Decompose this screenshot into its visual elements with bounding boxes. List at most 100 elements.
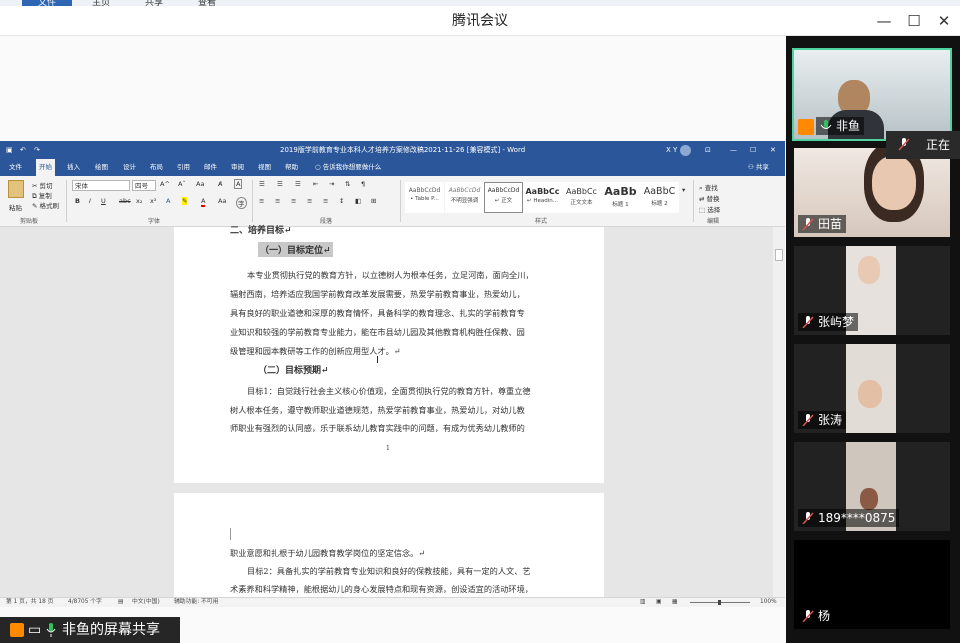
undo-icon[interactable]: ↶ (20, 141, 26, 159)
web-layout-icon[interactable]: ▦ (672, 598, 677, 607)
style-heading[interactable]: AaBbCc ↵ Headin... (523, 182, 562, 213)
style-table-paragraph[interactable]: AaBbCcDd • Table P... (405, 182, 444, 213)
tab-draw[interactable]: 绘图 (92, 159, 111, 176)
tab-design[interactable]: 设计 (120, 159, 139, 176)
phonetic-icon[interactable]: Aa (218, 197, 226, 205)
font-size-value: 四号 (135, 182, 148, 190)
shrink-font-icon[interactable]: Aˇ (178, 180, 186, 188)
grow-font-icon[interactable]: A^ (160, 180, 170, 188)
tab-references[interactable]: 引用 (174, 159, 193, 176)
word-count[interactable]: 4/8705 个字 (68, 598, 102, 607)
change-case-icon[interactable]: Aa (196, 180, 204, 188)
word-minimize-icon[interactable]: — (730, 141, 737, 159)
scroll-thumb[interactable] (775, 249, 783, 261)
tab-layout[interactable]: 布局 (147, 159, 166, 176)
ribbon-display-icon[interactable]: ⊡ (705, 141, 711, 159)
proofing-icon[interactable]: ▤ (118, 598, 123, 607)
zoom-level[interactable]: 100% (760, 598, 777, 607)
style-heading-2[interactable]: AaBbC 标题 2 (640, 182, 679, 213)
justify-icon[interactable]: ≡ (307, 197, 312, 205)
tab-home[interactable]: 开始 (36, 159, 55, 176)
tab-insert[interactable]: 插入 (64, 159, 83, 176)
participant-tile[interactable]: 田苗 (794, 148, 950, 237)
clear-format-icon[interactable]: A̸ (218, 180, 222, 188)
enclose-char-icon[interactable]: 字 (236, 197, 247, 209)
increase-indent-icon[interactable]: ⇥ (329, 180, 334, 188)
read-mode-icon[interactable]: ▥ (640, 598, 645, 607)
style-sample: AaBbC (643, 186, 676, 197)
close-icon[interactable]: ✕ (930, 6, 958, 36)
zoom-slider-thumb[interactable] (718, 600, 721, 605)
paste-icon[interactable] (8, 180, 24, 198)
font-color-icon[interactable]: A (201, 197, 206, 207)
paste-button[interactable]: 粘贴 (9, 202, 22, 212)
find-button[interactable]: ⌕ 查找 (699, 182, 718, 193)
numbering-icon[interactable]: ☰ (277, 180, 283, 188)
page-count[interactable]: 第 1 页，共 18 页 (6, 598, 53, 607)
heading-goal-expectation: （二）目标预期↵ (258, 366, 329, 376)
tab-help[interactable]: 帮助 (282, 159, 301, 176)
align-left-icon[interactable]: ≡ (259, 197, 264, 205)
align-right-icon[interactable]: ≡ (291, 197, 296, 205)
redo-icon[interactable]: ↷ (34, 141, 40, 159)
char-border-icon[interactable]: A (234, 179, 243, 189)
style-normal[interactable]: AaBbCcDd ↵ 正文 (484, 182, 523, 213)
cut-label: 剪切 (39, 182, 53, 190)
line-spacing-icon[interactable]: ↕ (339, 197, 344, 205)
minimize-icon[interactable]: — (870, 6, 898, 36)
italic-icon[interactable]: I (89, 197, 91, 205)
participant-name: 张屿梦 (818, 315, 855, 329)
borders-icon[interactable]: ⊞ (371, 197, 376, 205)
document-page[interactable]: 职业意愿和扎根于幼儿园教育教学岗位的坚定信念。↵ 目标2：具备扎实的学前教育专业… (174, 493, 604, 597)
save-icon[interactable]: ▣ (6, 141, 13, 159)
underline-icon[interactable]: U (101, 197, 106, 205)
participant-tile[interactable]: 非鱼 (792, 48, 952, 141)
subscript-icon[interactable]: x₂ (136, 197, 142, 205)
tell-me-search[interactable]: ○ 告诉我你想要做什么 (312, 159, 384, 176)
participant-tile[interactable]: 张屿梦 (794, 246, 950, 335)
format-painter-button[interactable]: ✎ 格式刷 (32, 200, 59, 210)
accessibility-status[interactable]: 辅助功能: 不可用 (174, 598, 218, 607)
tab-mailings[interactable]: 邮件 (201, 159, 220, 176)
tab-file[interactable]: 文件 (6, 159, 25, 176)
distributed-icon[interactable]: ≡ (323, 197, 328, 205)
maximize-icon[interactable]: ☐ (900, 6, 928, 36)
language[interactable]: 中文(中国) (132, 598, 160, 607)
sort-icon[interactable]: ⇅ (345, 180, 350, 188)
participant-tile[interactable]: 189****0875 (794, 442, 950, 531)
tab-review[interactable]: 审阅 (228, 159, 247, 176)
vertical-scrollbar[interactable] (773, 227, 785, 597)
document-page[interactable]: 二、培养目标↵ （一）目标定位↵ 本专业贯彻执行党的教育方针，以立德树人为根本任… (174, 226, 604, 483)
participant-tile[interactable]: 张涛 (794, 344, 950, 433)
select-button[interactable]: ⬚ 选择 (699, 204, 720, 214)
shading-icon[interactable]: ◧ (355, 197, 361, 205)
print-layout-icon[interactable]: ▣ (656, 598, 661, 607)
highlight-icon[interactable]: ✎ (182, 197, 188, 205)
share-button[interactable]: ⚇ 共享 (745, 159, 772, 176)
style-sample: AaBb (604, 185, 637, 198)
superscript-icon[interactable]: x² (150, 197, 156, 205)
style-heading-1[interactable]: AaBb 标题 1 (601, 182, 640, 213)
style-body-text[interactable]: AaBbCc 正文文本 (562, 182, 601, 213)
align-center-icon[interactable]: ≡ (275, 197, 280, 205)
font-name-select[interactable]: 宋体 (72, 180, 130, 191)
bold-icon[interactable]: B (75, 197, 80, 205)
cut-button[interactable]: ✂ 剪切 (32, 180, 53, 190)
share-caption-text: 非鱼的屏幕共享 (62, 622, 160, 638)
show-marks-icon[interactable]: ¶ (361, 180, 365, 188)
text-effects-icon[interactable]: A (166, 197, 170, 205)
participant-tile[interactable]: 杨 (794, 540, 950, 629)
find-label: 查找 (704, 184, 718, 192)
styles-more-icon[interactable]: ▾ (682, 186, 685, 194)
multilevel-list-icon[interactable]: ☰ (295, 180, 301, 188)
tab-view[interactable]: 视图 (255, 159, 274, 176)
decrease-indent-icon[interactable]: ⇤ (313, 180, 318, 188)
word-maximize-icon[interactable]: ☐ (750, 141, 756, 159)
style-subtle-emphasis[interactable]: AaBbCcDd 不明显强调 (445, 182, 484, 213)
bullets-icon[interactable]: ☰ (259, 180, 265, 188)
avatar[interactable] (680, 145, 691, 156)
font-size-select[interactable]: 四号 (132, 180, 156, 191)
word-close-icon[interactable]: ✕ (770, 141, 776, 159)
strikethrough-icon[interactable]: abc (119, 197, 131, 205)
replace-button[interactable]: ⇄ 替换 (699, 193, 720, 203)
